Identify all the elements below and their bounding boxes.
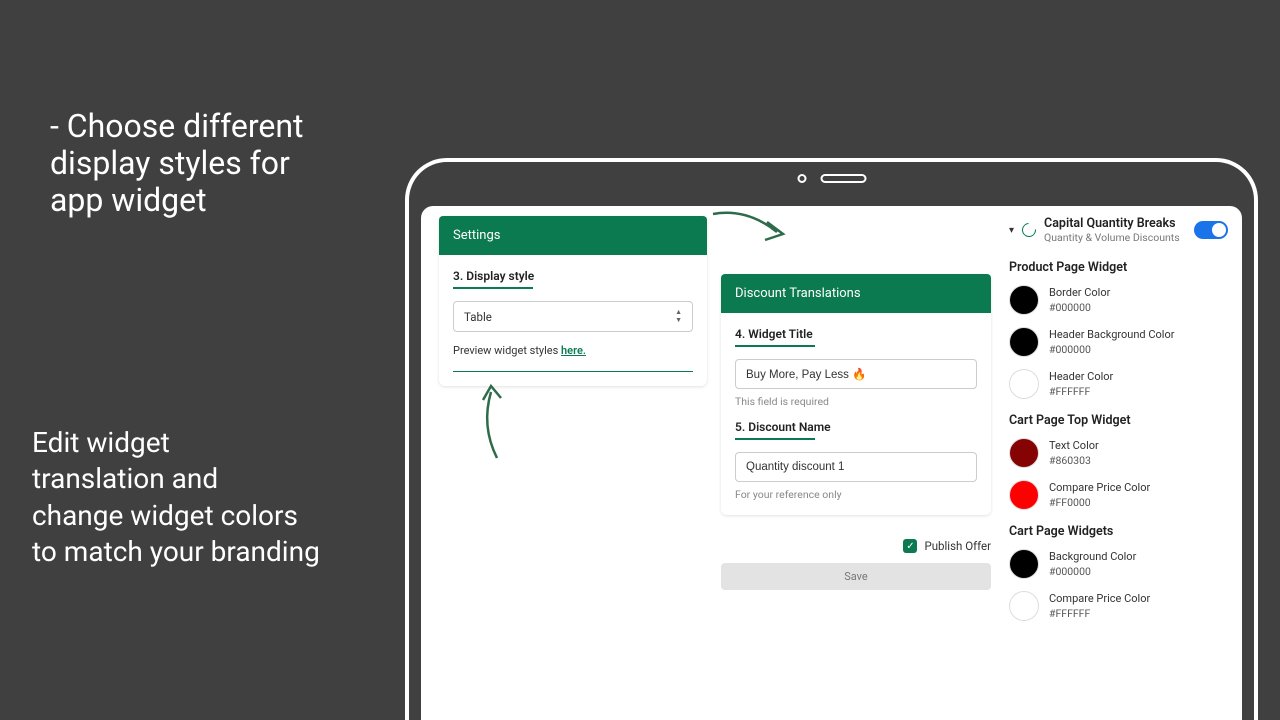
color-label: Compare Price Color — [1049, 481, 1150, 496]
product-page-colors: Border Color#000000Header Background Col… — [1009, 285, 1228, 399]
translations-panel-title: Discount Translations — [721, 274, 991, 313]
preview-hint: Preview widget styles here. — [453, 344, 693, 357]
discount-name-input[interactable] — [735, 452, 977, 482]
display-style-select[interactable]: Table ▲▼ — [453, 301, 693, 332]
color-hex: #000000 — [1049, 301, 1110, 314]
color-row[interactable]: Border Color#000000 — [1009, 285, 1228, 315]
color-hex: #FFFFFF — [1049, 607, 1150, 620]
color-row[interactable]: Header Color#FFFFFF — [1009, 369, 1228, 399]
settings-panel: Settings 3. Display style Table ▲▼ Previ… — [439, 216, 707, 386]
color-hex: #FFFFFF — [1049, 385, 1113, 398]
color-row[interactable]: Compare Price Color#FFFFFF — [1009, 591, 1228, 621]
color-label: Compare Price Color — [1049, 592, 1150, 607]
app-enable-toggle[interactable] — [1194, 221, 1228, 239]
display-style-label: 3. Display style — [453, 269, 693, 283]
settings-panel-title: Settings — [439, 216, 707, 255]
color-swatch[interactable] — [1009, 480, 1039, 510]
promo-headline-1: - Choose different display styles for ap… — [50, 108, 303, 218]
accent-underline — [453, 287, 533, 289]
color-label: Text Color — [1049, 439, 1099, 454]
color-label: Header Background Color — [1049, 328, 1174, 343]
refresh-icon[interactable] — [1019, 220, 1039, 240]
color-swatch[interactable] — [1009, 327, 1039, 357]
arrow-up-icon — [467, 376, 527, 466]
discount-name-label: 5. Discount Name — [735, 420, 977, 434]
display-style-value: Table — [464, 310, 492, 324]
cart-top-widget-title: Cart Page Top Widget — [1009, 413, 1228, 428]
accent-underline — [735, 438, 815, 440]
color-swatch[interactable] — [1009, 369, 1039, 399]
color-swatch[interactable] — [1009, 285, 1039, 315]
color-hex: #000000 — [1049, 565, 1136, 578]
color-hex: #FF0000 — [1049, 496, 1150, 509]
tablet-notch — [797, 174, 866, 183]
cart-widgets-title: Cart Page Widgets — [1009, 524, 1228, 539]
widget-title-hint: This field is required — [735, 395, 977, 408]
accent-underline — [735, 345, 815, 347]
cart-top-colors: Text Color#860303 Compare Price Color#FF0… — [1009, 438, 1228, 510]
color-hex: #860303 — [1049, 454, 1099, 467]
cart-widgets-colors: Background Color#000000 Compare Price Col… — [1009, 549, 1228, 621]
color-label: Header Color — [1049, 370, 1113, 385]
speaker-icon — [820, 174, 866, 183]
publish-checkbox[interactable]: ✓ — [903, 539, 917, 553]
color-label: Border Color — [1049, 286, 1110, 301]
divider — [453, 371, 693, 372]
color-row[interactable]: Text Color#860303 — [1009, 438, 1228, 468]
save-button[interactable]: Save — [721, 563, 991, 590]
color-swatch[interactable] — [1009, 591, 1039, 621]
color-row[interactable]: Header Background Color#000000 — [1009, 327, 1228, 357]
publish-label: Publish Offer — [924, 539, 991, 553]
tablet-frame: Settings 3. Display style Table ▲▼ Previ… — [405, 158, 1258, 720]
app-title: Capital Quantity Breaks — [1044, 216, 1186, 231]
color-row[interactable]: Compare Price Color#FF0000 — [1009, 480, 1228, 510]
collapse-icon[interactable]: ▾ — [1009, 225, 1014, 236]
app-subtitle: Quantity & Volume Discounts — [1044, 231, 1186, 244]
product-page-widget-title: Product Page Widget — [1009, 260, 1228, 275]
discount-name-hint: For your reference only — [735, 488, 977, 501]
color-swatch[interactable] — [1009, 549, 1039, 579]
app-screen: Settings 3. Display style Table ▲▼ Previ… — [421, 206, 1242, 720]
translations-panel: Discount Translations 4. Widget Title Th… — [721, 274, 991, 515]
color-label: Background Color — [1049, 550, 1136, 565]
promo-headline-2: Edit widget translation and change widge… — [32, 425, 320, 571]
camera-icon — [797, 174, 806, 183]
select-stepper-icon: ▲▼ — [675, 309, 682, 324]
color-row[interactable]: Background Color#000000 — [1009, 549, 1228, 579]
app-header: ▾ Capital Quantity Breaks Quantity & Vol… — [1009, 216, 1228, 244]
color-swatch[interactable] — [1009, 438, 1039, 468]
color-hex: #000000 — [1049, 343, 1174, 356]
preview-link[interactable]: here. — [561, 344, 586, 357]
widget-title-input[interactable] — [735, 359, 977, 389]
widget-title-label: 4. Widget Title — [735, 327, 977, 341]
